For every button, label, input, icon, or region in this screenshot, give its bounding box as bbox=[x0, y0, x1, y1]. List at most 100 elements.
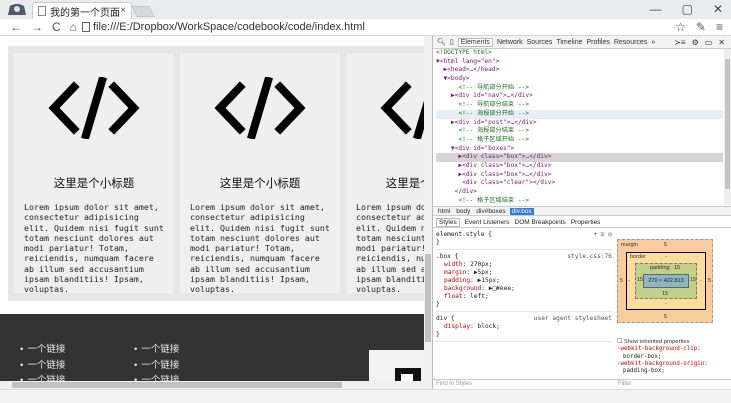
css-property[interactable]: width: 270px; bbox=[444, 261, 612, 269]
tab-event-listeners[interactable]: Event Listeners bbox=[465, 219, 510, 226]
dom-node[interactable]: <!-- 格子区域结束 --> bbox=[436, 197, 723, 205]
tab-elements[interactable]: Elements bbox=[457, 37, 493, 47]
border-bottom-value[interactable]: - bbox=[665, 301, 667, 307]
dom-node[interactable]: <!-- 导航部分开始 --> bbox=[436, 84, 723, 93]
dom-scrollbar[interactable] bbox=[724, 49, 731, 205]
dom-node[interactable]: ▶<div class="box">…</div> bbox=[436, 162, 723, 171]
dom-node[interactable]: ▶<div id="nav">…</div> bbox=[436, 92, 723, 101]
back-icon[interactable]: ← bbox=[10, 20, 22, 34]
extension-icon[interactable]: ✎ bbox=[696, 19, 706, 36]
css-property[interactable]: background: ▶□#eee; bbox=[444, 285, 612, 293]
dom-node[interactable]: <!-- 导航部分结束 --> bbox=[436, 101, 723, 110]
dom-node[interactable]: <!DOCTYPE html> bbox=[436, 49, 723, 58]
filter-input[interactable]: Filter bbox=[618, 380, 631, 389]
dock-icon[interactable]: ▭ bbox=[705, 38, 713, 47]
bookmark-star-icon[interactable]: ☆ bbox=[675, 19, 686, 36]
css-property-value[interactable]: block; bbox=[478, 323, 500, 330]
maximize-button[interactable]: ▢ bbox=[682, 0, 693, 18]
padding-bottom-value[interactable]: 15 bbox=[662, 291, 668, 297]
style-tool-icons[interactable]: + ⊡ ◎ bbox=[593, 231, 612, 239]
border-left-value[interactable]: - bbox=[628, 278, 630, 284]
css-property-name[interactable]: float bbox=[444, 293, 463, 300]
minimize-button[interactable]: — bbox=[650, 0, 662, 18]
footer-link[interactable]: 一个链接 bbox=[20, 358, 65, 374]
forward-icon[interactable]: → bbox=[31, 20, 43, 34]
css-property-value[interactable]: left; bbox=[470, 293, 489, 300]
find-in-styles-input[interactable]: Find in Styles bbox=[436, 381, 472, 387]
tab-resources[interactable]: Resources bbox=[614, 39, 647, 46]
css-property-value[interactable]: ▶5px; bbox=[474, 269, 493, 276]
settings-gear-icon[interactable]: ⚙ bbox=[692, 38, 699, 47]
page-horizontal-scrollbar[interactable] bbox=[0, 381, 432, 389]
user-avatar-icon[interactable] bbox=[6, 2, 28, 17]
margin-right-value[interactable]: 5 bbox=[708, 278, 711, 284]
dom-node[interactable]: ▼<div id="boxes"> bbox=[436, 145, 723, 154]
margin-left-value[interactable]: 5 bbox=[620, 278, 623, 284]
tab-network[interactable]: Network bbox=[497, 39, 523, 46]
dom-node[interactable]: ▶<head>…</head> bbox=[436, 66, 723, 75]
inspect-icon[interactable]: 🔍︎ bbox=[437, 38, 446, 46]
css-property-value[interactable]: 270px; bbox=[470, 261, 492, 268]
page-vertical-scrollbar[interactable] bbox=[424, 36, 432, 381]
element-style-rule[interactable]: + ⊡ ◎ element.style { } bbox=[436, 231, 612, 250]
close-tab-icon[interactable]: × bbox=[120, 5, 126, 16]
console-drawer-icon[interactable]: ≻≡ bbox=[674, 38, 685, 47]
scroll-thumb[interactable] bbox=[725, 59, 730, 189]
css-property-name[interactable]: padding bbox=[444, 277, 470, 284]
url-text[interactable]: file:///E:/Dropbox/WorkSpace/codebook/co… bbox=[93, 21, 365, 33]
css-property-name[interactable]: display bbox=[444, 323, 470, 330]
dom-node[interactable]: ▼<body> bbox=[436, 75, 723, 84]
footer-link[interactable]: 一个链接 bbox=[20, 342, 65, 358]
css-property[interactable]: float: left; bbox=[444, 293, 612, 301]
dom-node[interactable]: <!-- 格子区域开始 --> bbox=[436, 136, 723, 145]
margin-bottom-value[interactable]: 5 bbox=[664, 314, 667, 320]
browser-tab[interactable]: 我的第一个页面 × bbox=[32, 2, 132, 19]
border-right-value[interactable]: - bbox=[700, 278, 702, 284]
css-property[interactable]: margin: ▶5px; bbox=[444, 269, 612, 277]
crumb-html[interactable]: html bbox=[436, 208, 452, 215]
css-property-value[interactable]: ▶15px; bbox=[478, 277, 500, 284]
box-style-rule[interactable]: style.css:76 .box { width: 270px; margin:… bbox=[436, 253, 612, 312]
css-property-name[interactable]: width bbox=[444, 261, 463, 268]
padding-right-value[interactable]: 15 bbox=[690, 277, 696, 283]
crumb-body[interactable]: body bbox=[454, 208, 472, 215]
menu-icon[interactable]: ≡ bbox=[716, 19, 723, 36]
crumb-box[interactable]: div.box bbox=[509, 207, 534, 215]
css-property-name[interactable]: margin bbox=[444, 269, 466, 276]
padding-top-value[interactable]: 15 bbox=[674, 265, 680, 271]
dom-node[interactable]: </div> bbox=[436, 188, 723, 197]
tab-profiles[interactable]: Profiles bbox=[587, 39, 610, 46]
tab-sources[interactable]: Sources bbox=[527, 39, 553, 46]
footer-link[interactable]: 一个链接 bbox=[134, 342, 179, 358]
dom-node[interactable]: <div class="clear"></div> bbox=[436, 179, 723, 188]
close-window-button[interactable]: ✕ bbox=[713, 0, 723, 18]
dom-node[interactable]: <!-- 海报部分开始 --> bbox=[436, 109, 723, 119]
device-mode-icon[interactable]: ▯ bbox=[450, 38, 454, 46]
crumb-boxes[interactable]: div#boxes bbox=[474, 208, 507, 215]
scroll-thumb[interactable] bbox=[425, 254, 431, 342]
tab-dom-breakpoints[interactable]: DOM Breakpoints bbox=[515, 219, 566, 226]
dom-node[interactable]: ▶<div class="box">…</div> bbox=[436, 153, 723, 162]
close-devtools-icon[interactable]: ✕ bbox=[718, 38, 725, 47]
new-tab-button[interactable] bbox=[131, 6, 155, 17]
footer-link[interactable]: 一个链接 bbox=[134, 358, 179, 374]
reload-icon[interactable]: C bbox=[52, 20, 61, 34]
dom-node[interactable]: <!-- 海报部分结束 --> bbox=[436, 127, 723, 136]
tab-timeline[interactable]: Timeline bbox=[556, 39, 582, 46]
rule-source-link[interactable]: style.css:76 bbox=[567, 253, 612, 261]
dom-node[interactable]: ▶<div id="post">…</div> bbox=[436, 119, 723, 128]
border-top-value[interactable]: - bbox=[665, 254, 667, 260]
css-property-value[interactable]: ▶□#eee; bbox=[489, 285, 515, 292]
content-size[interactable]: 270 × 422.813 bbox=[643, 274, 689, 288]
show-inherited-checkbox[interactable]: ☐ Show inherited properties bbox=[617, 339, 727, 346]
home-icon[interactable]: ⌂ bbox=[70, 20, 77, 34]
scroll-thumb[interactable] bbox=[12, 382, 342, 388]
address-bar[interactable]: file:///E:/Dropbox/WorkSpace/codebook/co… bbox=[82, 21, 365, 33]
css-property-name[interactable]: background bbox=[444, 285, 481, 292]
dom-node[interactable]: ▼<html lang="en"> bbox=[436, 58, 723, 67]
more-tabs-icon[interactable]: » bbox=[651, 39, 655, 46]
css-property[interactable]: display: block; bbox=[444, 323, 612, 331]
margin-top-value[interactable]: 5 bbox=[664, 242, 667, 248]
tab-properties[interactable]: Properties bbox=[571, 219, 601, 226]
dom-node[interactable]: ▶<div class="box">…</div> bbox=[436, 171, 723, 180]
